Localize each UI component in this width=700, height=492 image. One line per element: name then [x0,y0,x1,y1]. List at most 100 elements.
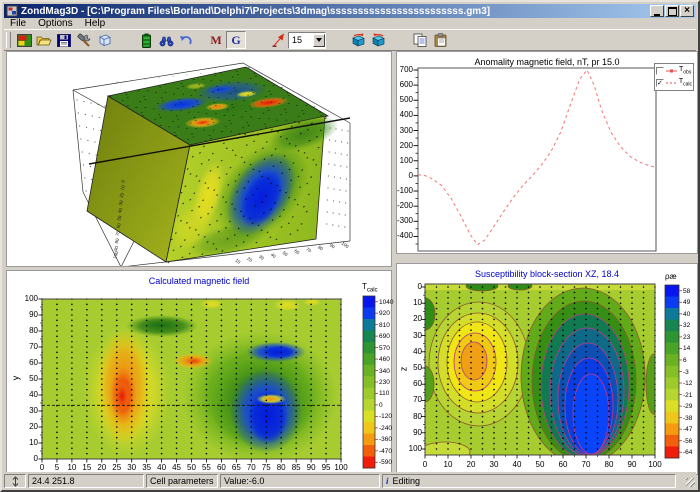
legend-checkbox-Tobs[interactable] [656,67,664,75]
tick-label: -21 [683,392,692,399]
svg-text:10: 10 [234,258,241,265]
tick-label: 230 [379,379,390,386]
tick-label: 50 [404,364,422,372]
undo-icon [179,34,193,46]
tick-label: -29 [683,403,692,410]
calc-field-map[interactable] [7,271,391,474]
legend-checkbox-Tcalc[interactable]: ✓ [656,79,664,87]
susceptibility-colorbar [665,285,682,458]
svg-text:70: 70 [305,246,312,253]
menu-file[interactable]: File [4,18,32,29]
minimize-button[interactable] [650,5,664,17]
paste-button[interactable] [430,31,450,49]
tick-label: 50 [20,375,38,383]
cube-button[interactable] [94,31,114,49]
open-folder-icon [36,34,52,47]
tick-label: -12 [683,380,692,387]
calc-field-title: Calculated magnetic field [7,276,391,286]
legend-marker [666,79,677,87]
g-letter: G [231,33,240,48]
anomaly-y-axis [414,70,419,244]
battery-button[interactable] [136,31,156,49]
tick-label: 70 [20,343,38,351]
legend-label: Tcalc [679,78,692,87]
scale-select[interactable]: 15 [288,32,326,49]
calc-field-panel[interactable]: Calculated magnetic field y [6,270,392,475]
tick-label: 40 [683,311,690,318]
susceptibility-section-map[interactable] [397,264,697,474]
tick-label: 35 [139,464,155,472]
svg-text:100: 100 [112,250,119,259]
toolbar-grip[interactable] [6,32,11,48]
tick-label: 95 [318,464,334,472]
anomaly-legend[interactable]: Tobs ✓ Tcalc [654,63,694,91]
toolbar: M G 15 [4,29,696,51]
model-3d-view[interactable]: 0102030405060708090100 10203040506070809… [7,52,391,266]
save-button[interactable] [54,31,74,49]
magnetic-button[interactable]: M [206,31,226,49]
status-mode-panel: i Editing [382,474,676,488]
copy-button[interactable] [410,31,430,49]
tick-label: 100 [20,295,38,303]
rotate-forward-button[interactable] [368,31,388,49]
tick-label: 80 [404,413,422,421]
tick-label: 30 [486,461,502,469]
tools-icon [77,33,92,47]
scale-dropdown-button[interactable] [313,34,325,47]
svg-text:90: 90 [329,243,336,250]
resize-grip[interactable] [678,474,696,488]
tick-label: 14 [683,345,690,352]
legend-marker [666,67,677,75]
tick-label: 55 [198,464,214,472]
pointer-button[interactable] [268,31,288,49]
svg-text:80: 80 [114,237,120,244]
tick-label: 60 [213,464,229,472]
tick-label: 85 [288,464,304,472]
svg-text:50: 50 [282,250,289,257]
susceptibility-panel[interactable]: Susceptibility block-section XZ, 18.4 z [396,263,698,475]
anomaly-chart[interactable] [397,52,697,253]
legend-label: Tobs [679,66,691,75]
tick-label: -400 [395,232,413,240]
tick-label: 80 [273,464,289,472]
binoculars-button[interactable] [156,31,176,49]
tick-label: 100 [404,445,422,453]
tick-label: 90 [624,461,640,469]
menu-help[interactable]: Help [79,18,112,29]
rotate-back-button[interactable] [348,31,368,49]
tick-label: 20 [463,461,479,469]
open-button[interactable] [34,31,54,49]
tick-label: 32 [683,322,690,329]
palette-icon [17,34,32,47]
tick-label: 40 [509,461,525,469]
close-button[interactable]: × [680,5,694,17]
legend-item-Tobs: Tobs [656,65,692,77]
titlebar[interactable]: ZondMag3D - [C:\Program Files\Borland\De… [4,4,696,18]
tick-label: 20 [94,464,110,472]
tick-label: 0 [404,283,422,291]
anomaly-chart-title: Anomality magnetic field, nT, pr 15.0 [397,57,697,67]
menu-options[interactable]: Options [32,18,78,29]
menubar: File Options Help [4,18,696,29]
tick-label: 58 [683,288,690,295]
tick-label: 0 [379,402,383,409]
tick-label: 0 [417,461,433,469]
undo-button[interactable] [176,31,196,49]
battery-icon [142,33,151,48]
tick-label: 50 [184,464,200,472]
anomaly-chart-panel[interactable]: Anomality magnetic field, nT, pr 15.0 To… [396,51,698,254]
app-icon[interactable] [6,5,18,17]
model-3d-panel[interactable]: 0102030405060708090100 10203040506070809… [6,51,392,267]
tools-button[interactable] [74,31,94,49]
save-icon [57,34,71,47]
binoculars-icon [159,34,174,47]
tick-label: 20 [404,315,422,323]
tick-label: 10 [20,439,38,447]
tick-label: -360 [379,436,392,443]
gravity-button[interactable]: G [226,31,246,49]
window-title: ZondMag3D - [C:\Program Files\Borland\De… [21,6,650,17]
contour-map-image [415,281,662,464]
cube-icon [97,33,112,47]
restore-button[interactable] [665,5,679,17]
palette-button[interactable] [14,31,34,49]
